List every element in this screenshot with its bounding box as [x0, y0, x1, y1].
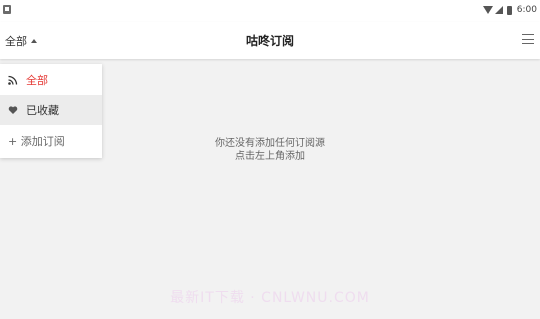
hamburger-menu-icon[interactable]	[522, 34, 534, 44]
notification-icon	[3, 5, 11, 14]
empty-state-hint: 点击左上角添加	[235, 151, 305, 162]
signal-icon	[494, 6, 503, 14]
status-icons: 6:00	[482, 3, 537, 17]
status-time: 6:00	[516, 5, 537, 15]
rss-icon	[8, 75, 18, 85]
dropdown-item-label: 全部	[26, 74, 48, 87]
app-bar: 全部 咕咚订阅	[0, 22, 540, 59]
watermark: 最新IT下载 · CNLWNU.COM	[170, 290, 370, 306]
heart-icon	[8, 106, 18, 114]
wifi-icon	[482, 6, 493, 14]
page-title: 咕咚订阅	[245, 34, 294, 48]
dropdown-item-favorites[interactable]: 已收藏	[0, 95, 102, 125]
dropdown-item-all[interactable]: 全部	[0, 65, 102, 95]
battery-icon	[506, 5, 512, 15]
dropdown-item-label: 已收藏	[26, 104, 59, 117]
status-bar: 6:00	[0, 0, 540, 22]
